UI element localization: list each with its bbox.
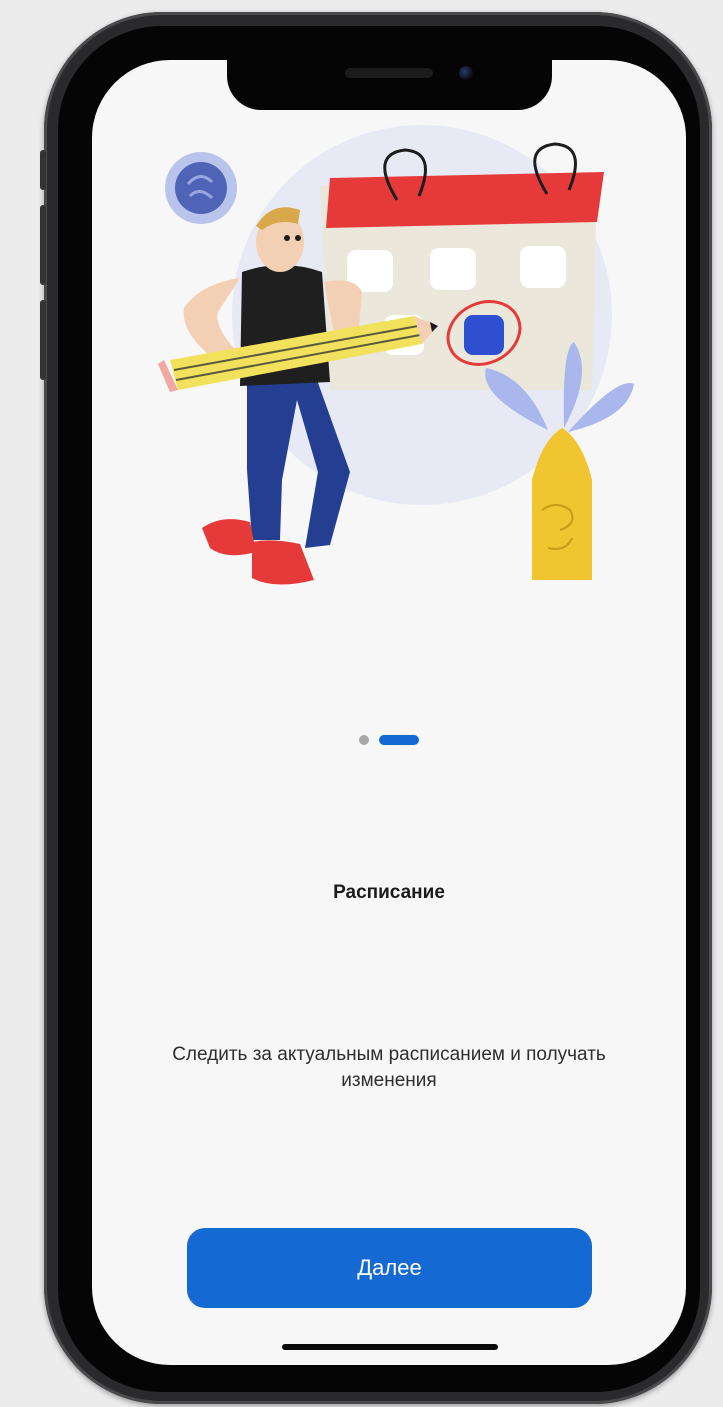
- onboarding-illustration: [158, 125, 634, 585]
- home-indicator[interactable]: [282, 1344, 498, 1350]
- page-dot-active[interactable]: [379, 735, 419, 745]
- onboarding-title: Расписание: [333, 882, 445, 903]
- next-button[interactable]: Далее: [187, 1228, 592, 1308]
- page-indicator: [92, 733, 686, 747]
- side-button-volume-down: [40, 300, 46, 380]
- app-screen: Расписание Следить за актуальным расписа…: [92, 60, 686, 1365]
- badge-icon: [165, 152, 237, 224]
- side-button-mute: [40, 150, 46, 190]
- onboarding-description: Следить за актуальным расписанием и полу…: [172, 1044, 606, 1091]
- side-button-volume-up: [40, 205, 46, 285]
- page-dot-inactive[interactable]: [359, 735, 369, 745]
